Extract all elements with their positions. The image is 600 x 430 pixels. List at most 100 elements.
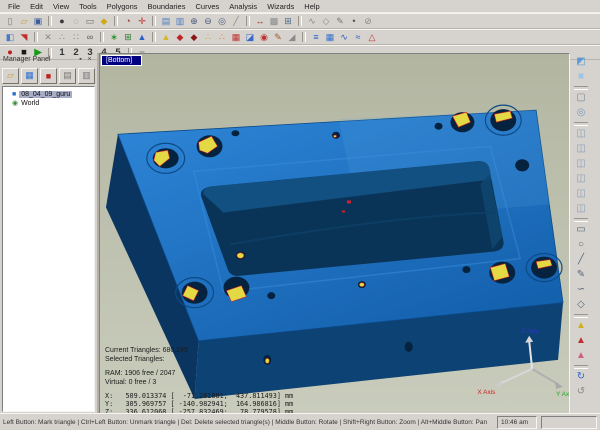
select-pencil-icon[interactable]: ✎	[573, 268, 589, 282]
toolbar-separator	[152, 16, 156, 26]
grid-icon[interactable]: ⊞	[281, 15, 295, 27]
feature-icon[interactable]: ∗	[107, 31, 121, 43]
waves-icon[interactable]: ≈	[351, 31, 365, 43]
iso-view-5-icon[interactable]: ◫	[573, 187, 589, 201]
menu-item[interactable]: Help	[299, 1, 324, 12]
menu-item[interactable]: Tools	[74, 1, 102, 12]
tree-item-icon: ◉	[12, 100, 18, 107]
app-window: { "menu": { "items": ["File","Edit","Vie…	[0, 0, 600, 430]
compare-icon[interactable]: △	[365, 31, 379, 43]
zoom-window-icon[interactable]: ◎	[215, 15, 229, 27]
status-help-text: Left Button: Mark triangle | Ctrl+Left B…	[3, 419, 493, 426]
viewport-3d[interactable]: Z Axis X Axis Y Axis [Bottom] Current Tr…	[99, 53, 570, 414]
menu-item[interactable]: Curves	[190, 1, 224, 12]
status-clock: 10:46 am	[497, 416, 537, 429]
disable-icon[interactable]: ⊘	[361, 15, 375, 27]
plane-cut-icon[interactable]: ◪	[243, 31, 257, 43]
wave-icon[interactable]: ∿	[337, 31, 351, 43]
cube-tool-icon[interactable]: ◇	[319, 15, 333, 27]
rotate-cw-icon[interactable]: ↻	[573, 370, 589, 384]
curve-tool-icon[interactable]: ∿	[305, 15, 319, 27]
fill-holes-icon[interactable]: ▲	[159, 31, 173, 43]
sandpaper-icon[interactable]: ∴	[201, 31, 215, 43]
defeature-icon[interactable]: ◆	[173, 31, 187, 43]
select-rect-icon[interactable]: ▭	[573, 223, 589, 237]
repair-icon[interactable]: ◆	[187, 31, 201, 43]
spring-icon[interactable]: ≡	[309, 31, 323, 43]
shaded-view-icon[interactable]: ◩	[573, 55, 589, 69]
open-folder-icon[interactable]: ▱	[17, 15, 31, 27]
single-view-icon[interactable]: ▤	[159, 15, 173, 27]
model-tree: ■ 08_04_09_guru ◉ World	[2, 86, 95, 412]
delete-icon[interactable]: ✕	[41, 31, 55, 43]
pin-icon[interactable]: ▪	[76, 56, 85, 63]
tab-settings-icon[interactable]: ▥	[78, 68, 95, 84]
snapshot-icon[interactable]: ▩	[267, 15, 281, 27]
menu-bar: FileEditViewToolsPolygonsBoundariesCurve…	[0, 0, 600, 13]
menu-item[interactable]: Polygons	[102, 1, 143, 12]
triangle-mesh-icon[interactable]: ▲	[135, 31, 149, 43]
rotate-ccw-icon[interactable]: ↺	[573, 385, 589, 399]
menu-item[interactable]: Wizards	[262, 1, 299, 12]
select-circle-icon[interactable]: ○	[573, 238, 589, 252]
rect-select-icon[interactable]: ▭	[83, 15, 97, 27]
point-icon[interactable]: •	[347, 15, 361, 27]
menu-item[interactable]: Boundaries	[143, 1, 191, 12]
point-cloud-icon[interactable]: ∴	[55, 31, 69, 43]
multi-view-icon[interactable]: ▥	[173, 15, 187, 27]
dimension-icon[interactable]: ↔	[253, 15, 267, 27]
mark-yellow-icon[interactable]: ▲	[573, 319, 589, 333]
binocular-icon[interactable]: ∞	[83, 31, 97, 43]
tab-display-icon[interactable]: ▦	[21, 68, 38, 84]
menu-item[interactable]: View	[48, 1, 74, 12]
save-icon[interactable]: ▣	[31, 15, 45, 27]
close-icon[interactable]: ×	[85, 56, 94, 63]
iso-view-2-icon[interactable]: ◫	[573, 142, 589, 156]
measure-line-icon[interactable]: ╱	[229, 15, 243, 27]
toolbar-separator	[100, 32, 104, 42]
toolbar-separator	[114, 16, 118, 26]
edit-boundary-icon[interactable]: ✎	[271, 31, 285, 43]
tab-tree-icon[interactable]: ▱	[2, 68, 19, 84]
sphere-tool-icon[interactable]: ●	[55, 15, 69, 27]
toolbar-separator	[48, 16, 52, 26]
menu-item[interactable]: Analysis	[224, 1, 262, 12]
tab-properties-icon[interactable]: ▤	[59, 68, 76, 84]
new-file-icon[interactable]: ▯	[3, 15, 17, 27]
tree-item-label: 08_04_09_guru	[19, 91, 72, 98]
ellipse-select-icon[interactable]: ◌	[69, 15, 83, 27]
mark-pink-icon[interactable]: ▲	[573, 349, 589, 363]
menu-item[interactable]: Edit	[25, 1, 48, 12]
flat-view-icon[interactable]: ▢	[573, 91, 589, 105]
toolbar-standard: ▯▱▣ ●◌▭◆ ◔✛ ▤▥⊕⊖◎╱ ↔▩⊞ ∿◇✎•⊘	[0, 13, 600, 29]
cylinder-view-icon[interactable]: ◎	[573, 106, 589, 120]
tree-item[interactable]: ◉ World	[5, 99, 94, 108]
ramp-icon[interactable]: ◢	[285, 31, 299, 43]
select-line-icon[interactable]: ╱	[573, 253, 589, 267]
tab-model-icon[interactable]: ■	[40, 68, 57, 84]
tree-item[interactable]: ■ 08_04_09_guru	[5, 90, 94, 99]
iso-view-1-icon[interactable]: ◫	[573, 127, 589, 141]
iso-view-3-icon[interactable]: ◫	[573, 157, 589, 171]
zoom-in-icon[interactable]: ⊕	[187, 15, 201, 27]
remove-spikes-icon[interactable]: ▦	[229, 31, 243, 43]
zoom-out-icon[interactable]: ⊖	[201, 15, 215, 27]
select-lasso-icon[interactable]: ∽	[573, 283, 589, 297]
smooth-shaded-icon[interactable]: ■	[573, 70, 589, 84]
wireframe-icon[interactable]: ◥	[17, 31, 31, 43]
polish-icon[interactable]: ∴	[215, 31, 229, 43]
iso-view-6-icon[interactable]: ◫	[573, 202, 589, 216]
hourglass-icon[interactable]: ◆	[97, 15, 111, 27]
hierarchy-icon[interactable]: ⊞	[121, 31, 135, 43]
menu-item[interactable]: File	[3, 1, 25, 12]
pencil-icon[interactable]: ✎	[333, 15, 347, 27]
register-icon[interactable]: ∷	[69, 31, 83, 43]
shade-model-icon[interactable]: ◧	[3, 31, 17, 43]
select-polygon-icon[interactable]: ◇	[573, 298, 589, 312]
target-icon[interactable]: ✛	[135, 15, 149, 27]
history-clock-icon[interactable]: ◔	[121, 15, 135, 27]
disc-icon[interactable]: ◉	[257, 31, 271, 43]
monitor-icon[interactable]: ▦	[323, 31, 337, 43]
mark-red-icon[interactable]: ▲	[573, 334, 589, 348]
iso-view-4-icon[interactable]: ◫	[573, 172, 589, 186]
